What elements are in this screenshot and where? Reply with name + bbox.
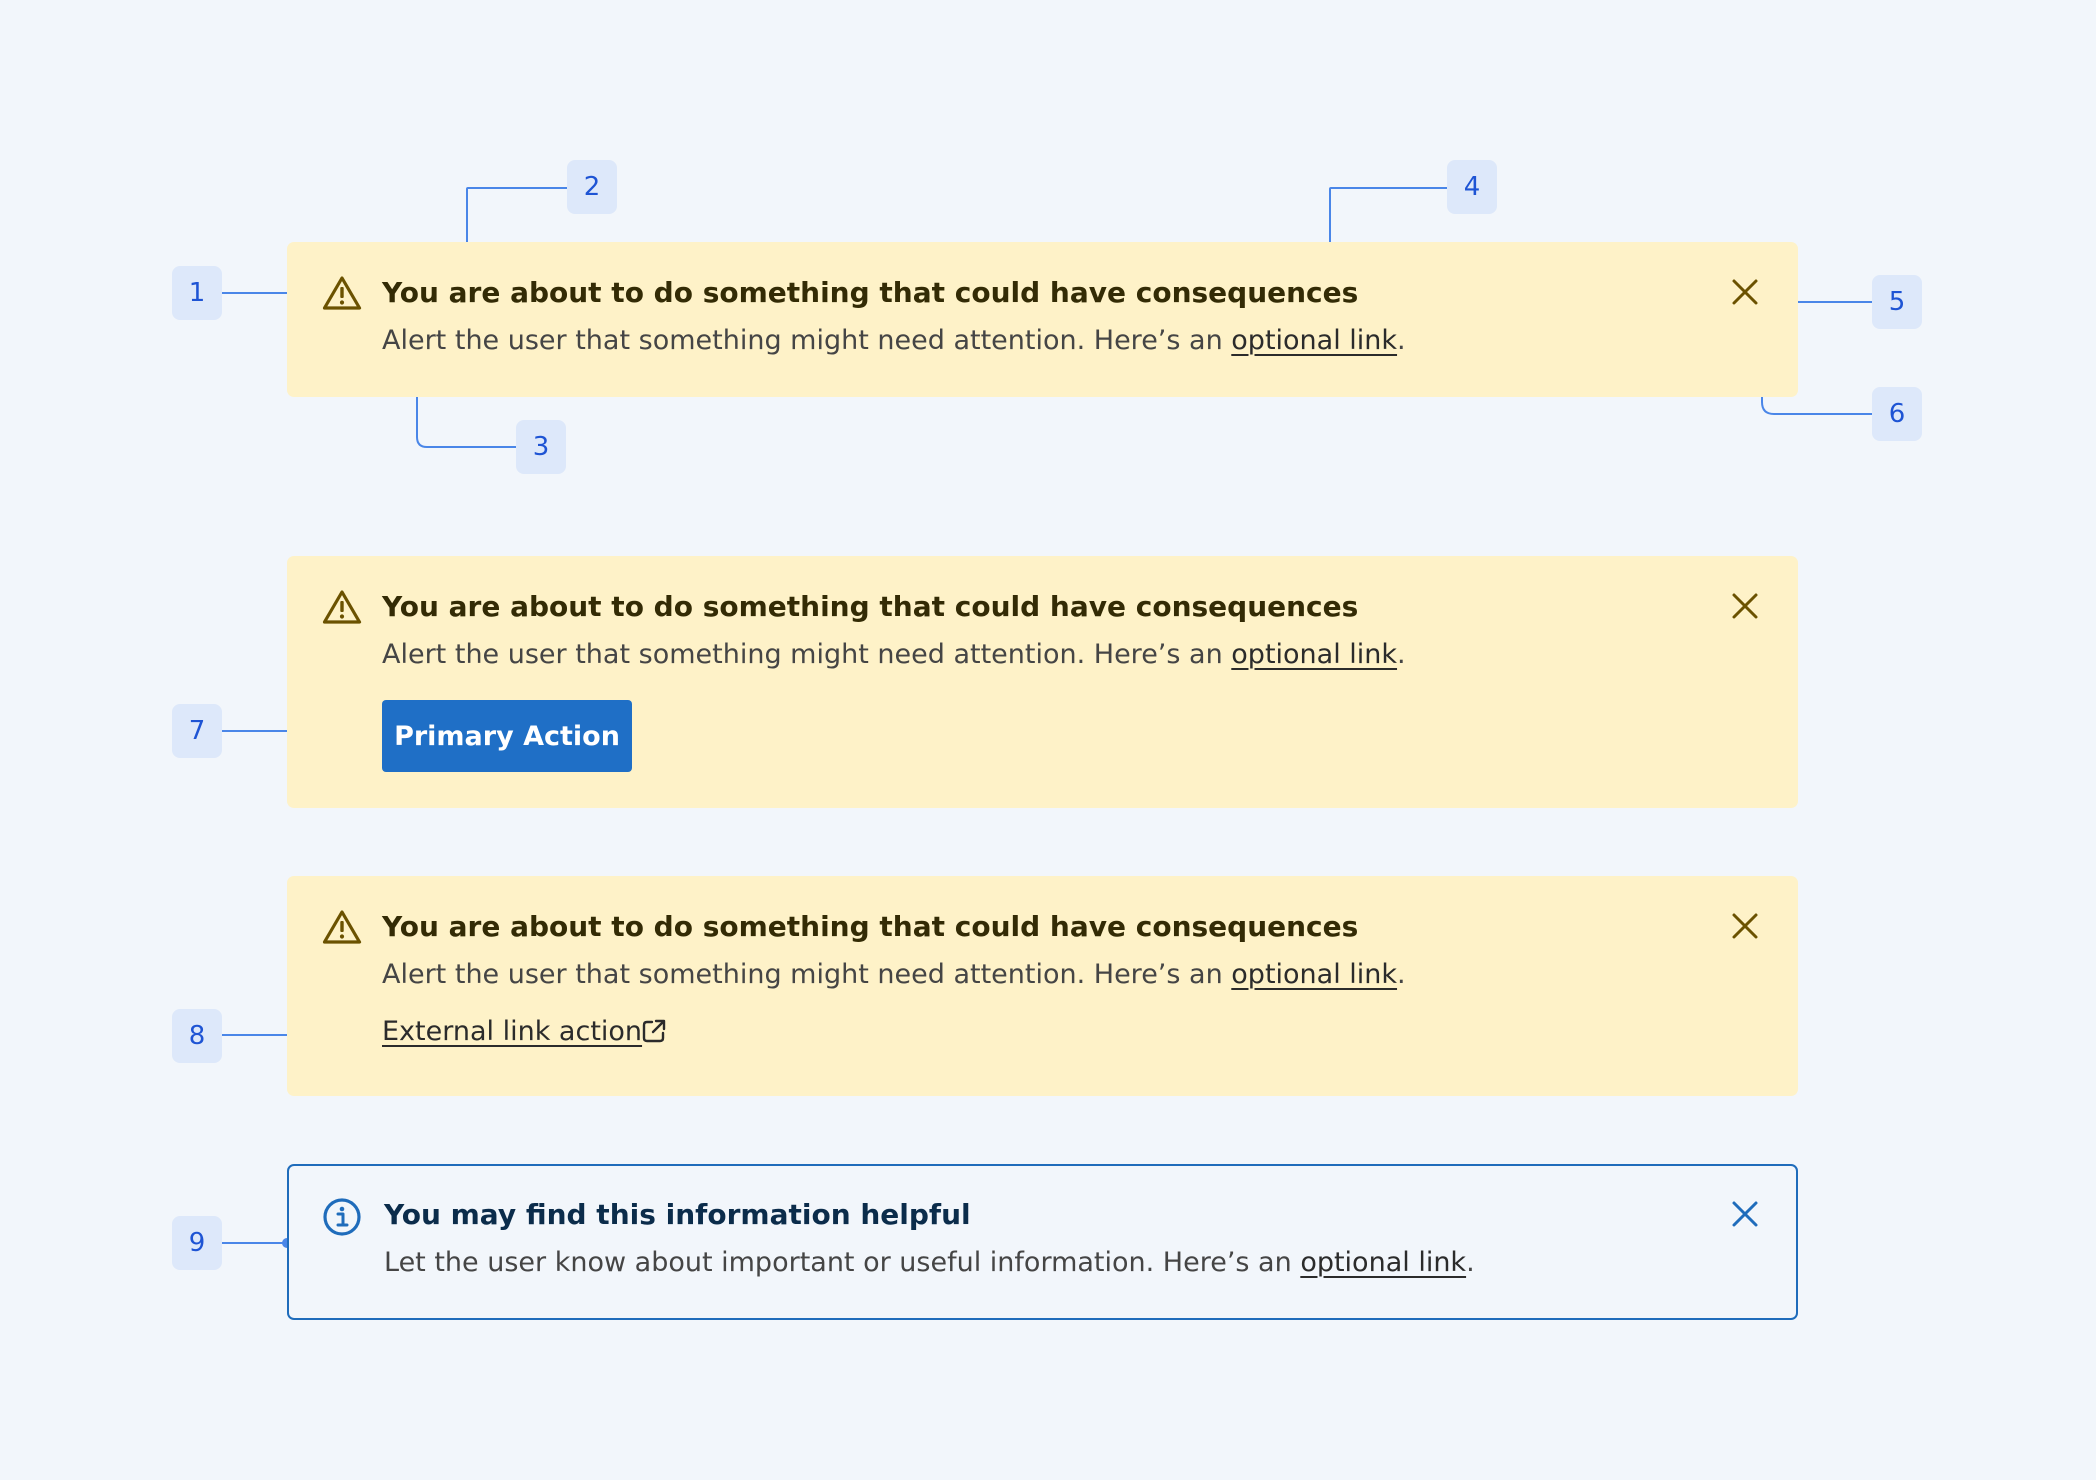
warning-alert-with-external-link: You are about to do something that could… bbox=[287, 876, 1798, 1096]
annotation-badge-9: 9 bbox=[172, 1216, 222, 1270]
annotation-badge-5: 5 bbox=[1872, 275, 1922, 329]
alert-description: Let the user know about important or use… bbox=[384, 1247, 1475, 1278]
close-icon bbox=[1732, 913, 1758, 939]
close-icon bbox=[1732, 279, 1758, 305]
alert-description: Alert the user that something might need… bbox=[382, 639, 1406, 670]
warning-triangle-icon bbox=[322, 589, 362, 629]
alert-title: You are about to do something that could… bbox=[382, 276, 1359, 309]
close-icon bbox=[1732, 593, 1758, 619]
optional-link[interactable]: optional link bbox=[1231, 325, 1397, 356]
annotation-badge-3: 3 bbox=[516, 420, 566, 474]
warning-triangle-icon bbox=[322, 909, 362, 949]
close-button[interactable] bbox=[1729, 1198, 1761, 1230]
warning-alert: You are about to do something that could… bbox=[287, 242, 1798, 397]
alert-title: You are about to do something that could… bbox=[382, 590, 1359, 623]
info-alert: You may find this information helpful Le… bbox=[287, 1164, 1798, 1320]
optional-link[interactable]: optional link bbox=[1231, 959, 1397, 990]
external-link-icon bbox=[641, 1018, 667, 1048]
alert-description: Alert the user that something might need… bbox=[382, 325, 1406, 356]
optional-link[interactable]: optional link bbox=[1231, 639, 1397, 670]
info-circle-icon bbox=[322, 1197, 362, 1241]
annotation-badge-4: 4 bbox=[1447, 160, 1497, 214]
warning-triangle-icon bbox=[322, 275, 362, 315]
annotation-badge-8: 8 bbox=[172, 1009, 222, 1063]
annotation-badge-6: 6 bbox=[1872, 387, 1922, 441]
alert-title: You are about to do something that could… bbox=[382, 910, 1359, 943]
alert-title: You may find this information helpful bbox=[384, 1198, 971, 1231]
external-link-action[interactable]: External link action bbox=[382, 1016, 642, 1047]
alert-description: Alert the user that something might need… bbox=[382, 959, 1406, 990]
annotation-badge-2: 2 bbox=[567, 160, 617, 214]
optional-link[interactable]: optional link bbox=[1300, 1247, 1466, 1278]
annotation-badge-1: 1 bbox=[172, 266, 222, 320]
close-button[interactable] bbox=[1729, 276, 1761, 308]
close-button[interactable] bbox=[1729, 590, 1761, 622]
annotation-badge-7: 7 bbox=[172, 704, 222, 758]
primary-action-button[interactable]: Primary Action bbox=[382, 700, 632, 772]
close-icon bbox=[1732, 1201, 1758, 1227]
close-button[interactable] bbox=[1729, 910, 1761, 942]
warning-alert-with-action: You are about to do something that could… bbox=[287, 556, 1798, 808]
